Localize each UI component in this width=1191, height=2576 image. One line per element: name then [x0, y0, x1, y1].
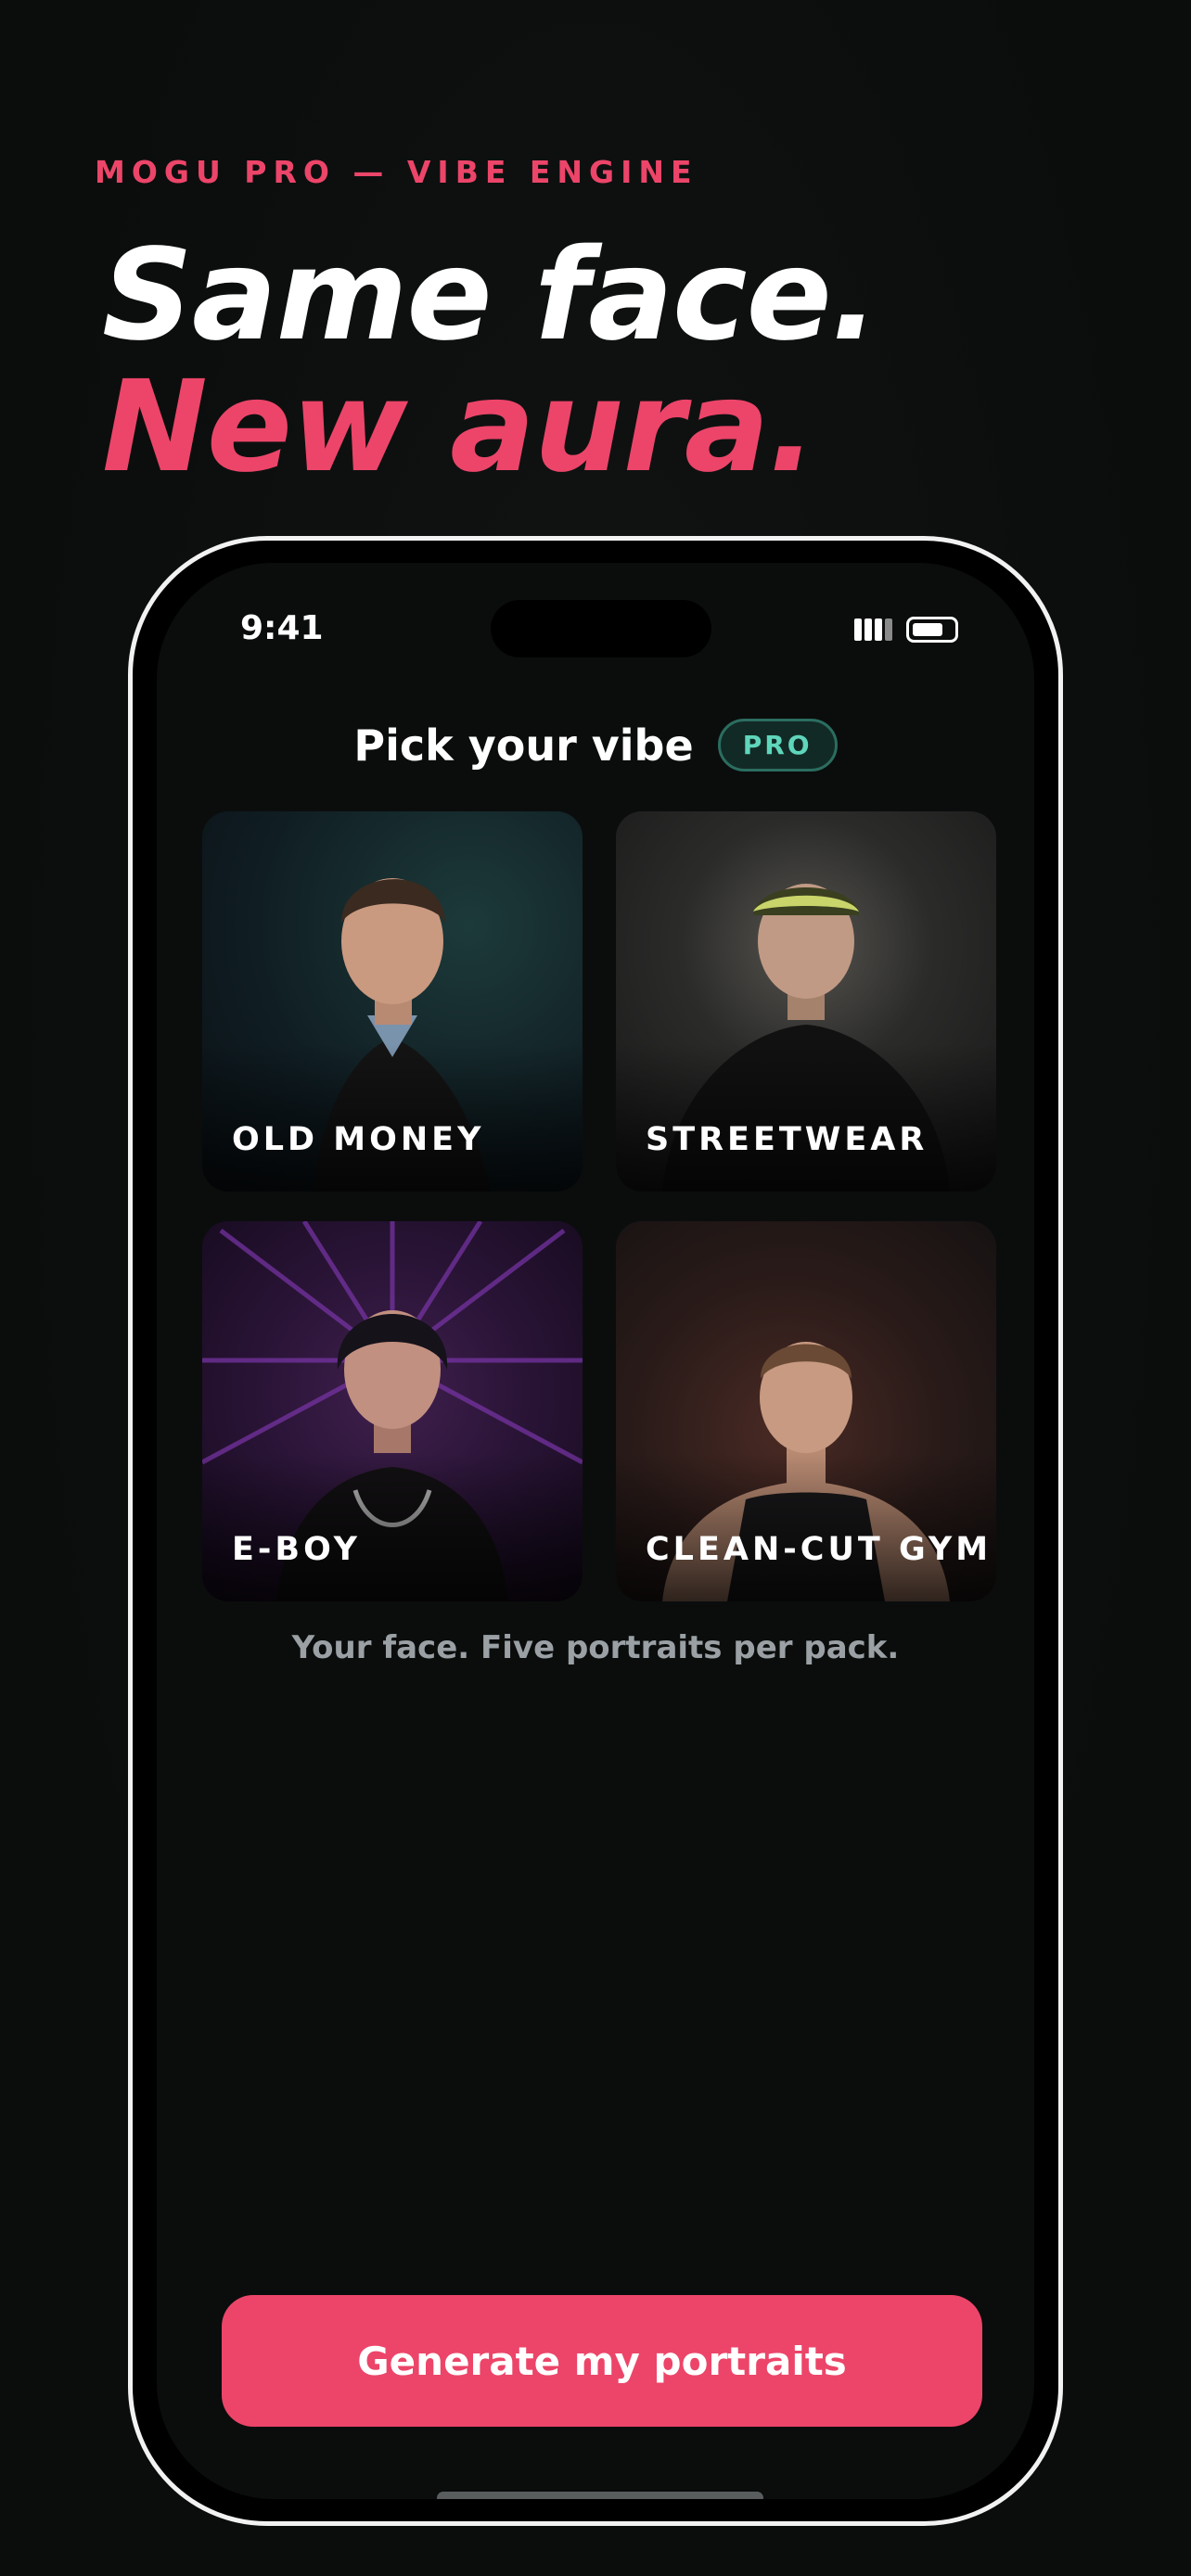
vibe-label: CLEAN-CUT GYM [646, 1531, 992, 1568]
vibe-label: STREETWEAR [646, 1121, 928, 1158]
promo-page: MOGU PRO — VIBE ENGINE Same face. New au… [0, 0, 1191, 2576]
status-time: 9:41 [240, 609, 324, 647]
headline: Same face. New aura. [102, 223, 878, 501]
title-row: Pick your vibe PRO [157, 719, 1034, 772]
phone-screen: 9:41 Pick your vibe PRO OLD MONEY STREET… [157, 563, 1034, 2499]
pro-badge: PRO [717, 719, 838, 772]
battery-icon [906, 617, 958, 643]
home-indicator[interactable] [437, 2492, 763, 2499]
eyebrow-text: MOGU PRO — VIBE ENGINE [95, 154, 698, 190]
caption-text: Your face. Five portraits per pack. [291, 1629, 900, 1666]
vibe-card-e-boy[interactable]: E-BOY [202, 1221, 583, 1601]
screen-title: Pick your vibe [353, 720, 694, 771]
vibe-label: OLD MONEY [232, 1121, 485, 1158]
generate-portraits-button[interactable]: Generate my portraits [222, 2295, 982, 2427]
dynamic-island [491, 600, 711, 657]
vibe-grid: OLD MONEY STREETWEAR E-BOY CLEAN-CUT GYM [202, 811, 996, 1601]
headline-line-2: New aura. [102, 354, 816, 501]
phone-frame: 9:41 Pick your vibe PRO OLD MONEY STREET… [128, 536, 1063, 2526]
headline-line-1: Same face. [102, 223, 878, 369]
vibe-card-streetwear[interactable]: STREETWEAR [616, 811, 996, 1192]
vibe-label: E-BOY [232, 1531, 361, 1568]
vibe-card-old-money[interactable]: OLD MONEY [202, 811, 583, 1192]
vibe-card-clean-cut-gym[interactable]: CLEAN-CUT GYM [616, 1221, 996, 1601]
cellular-signal-icon [854, 618, 892, 641]
